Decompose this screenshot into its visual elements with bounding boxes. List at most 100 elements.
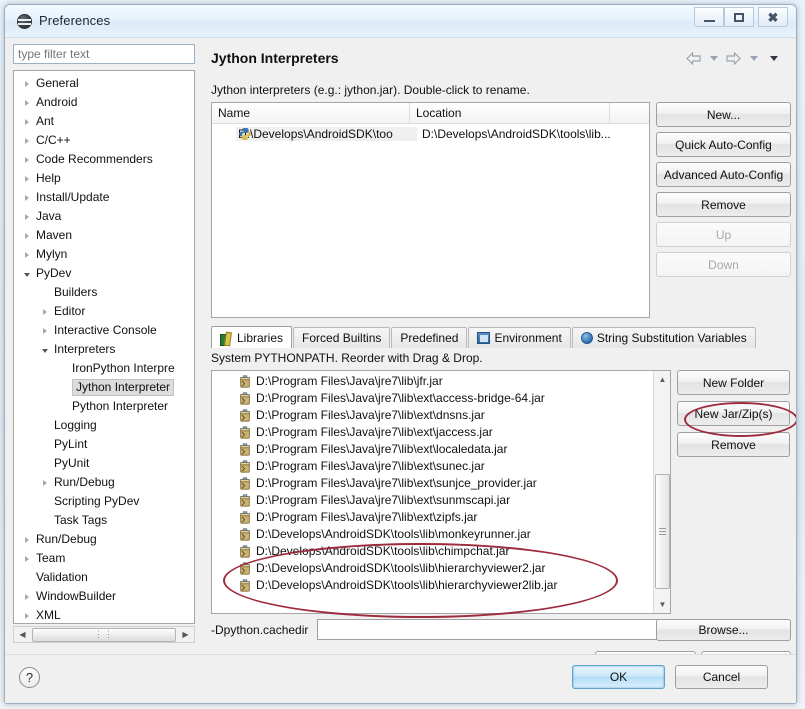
list-item[interactable]: D:\Program Files\Java\jre7\lib\jfr.jar xyxy=(212,373,652,390)
new-folder-button[interactable]: New Folder xyxy=(677,370,790,395)
sidebar-item-jython-interpreter[interactable]: Jython Interpreter xyxy=(14,378,194,397)
chevron-right-icon[interactable] xyxy=(22,93,32,112)
scroll-right-icon[interactable]: ▶ xyxy=(177,627,194,642)
quick-auto-config-button[interactable]: Quick Auto-Config xyxy=(656,132,791,157)
sidebar-item-android[interactable]: Android xyxy=(14,93,194,112)
list-item[interactable]: D:\Program Files\Java\jre7\lib\ext\sunms… xyxy=(212,492,652,509)
remove-button[interactable]: Remove xyxy=(656,192,791,217)
pythonpath-list[interactable]: D:\Program Files\Java\jre7\lib\jfr.jar D:… xyxy=(211,370,671,614)
list-item[interactable]: D:\Program Files\Java\jre7\lib\ext\jacce… xyxy=(212,424,652,441)
column-header-location[interactable]: Location xyxy=(410,103,610,124)
close-button[interactable]: ✖ xyxy=(758,7,788,27)
chevron-right-icon[interactable] xyxy=(40,473,50,492)
sidebar-item-c-c[interactable]: C/C++ xyxy=(14,131,194,150)
list-item[interactable]: D:\Program Files\Java\jre7\lib\ext\acces… xyxy=(212,390,652,407)
chevron-right-icon[interactable] xyxy=(22,207,32,226)
sidebar-item-run-debug[interactable]: Run/Debug xyxy=(14,530,194,549)
sidebar-item-xml[interactable]: XML xyxy=(14,606,194,623)
sidebar-item-scripting-pydev[interactable]: Scripting PyDev xyxy=(14,492,194,511)
sidebar-item-install-update[interactable]: Install/Update xyxy=(14,188,194,207)
tab-environment[interactable]: Environment xyxy=(468,327,571,348)
sidebar-item-run-debug[interactable]: Run/Debug xyxy=(14,473,194,492)
tab-forced-builtins[interactable]: Forced Builtins xyxy=(293,327,391,348)
chevron-down-icon[interactable] xyxy=(40,340,50,359)
sidebar-item-code-recommenders[interactable]: Code Recommenders xyxy=(14,150,194,169)
chevron-right-icon[interactable] xyxy=(22,530,32,549)
sidebar-item-mylyn[interactable]: Mylyn xyxy=(14,245,194,264)
chevron-right-icon[interactable] xyxy=(22,549,32,568)
sidebar-item-python-interpreter[interactable]: Python Interpreter xyxy=(14,397,194,416)
list-item[interactable]: D:\Program Files\Java\jre7\lib\ext\sunjc… xyxy=(212,475,652,492)
remove-button[interactable]: Remove xyxy=(677,432,790,457)
sidebar-item-pylint[interactable]: PyLint xyxy=(14,435,194,454)
sidebar-item-validation[interactable]: Validation xyxy=(14,568,194,587)
chevron-right-icon[interactable] xyxy=(22,226,32,245)
sidebar-item-interpreters[interactable]: Interpreters xyxy=(14,340,194,359)
back-arrow-icon[interactable] xyxy=(685,50,702,66)
chevron-right-icon[interactable] xyxy=(40,321,50,340)
back-dropdown-icon[interactable] xyxy=(705,50,722,66)
sidebar-item-interactive-console[interactable]: Interactive Console xyxy=(14,321,194,340)
sidebar-item-editor[interactable]: Editor xyxy=(14,302,194,321)
tree-horizontal-scrollbar[interactable]: ◀ ⋮⋮ ▶ xyxy=(13,626,195,643)
sidebar-item-team[interactable]: Team xyxy=(14,549,194,568)
chevron-down-icon[interactable] xyxy=(22,264,32,283)
chevron-right-icon[interactable] xyxy=(22,188,32,207)
help-icon[interactable]: ? xyxy=(19,667,40,688)
column-header-name[interactable]: Name xyxy=(212,103,410,124)
browse-button[interactable]: Browse... xyxy=(656,619,791,641)
sidebar-item-ant[interactable]: Ant xyxy=(14,112,194,131)
libraries-vertical-scrollbar[interactable]: ▲ ▼ xyxy=(653,371,670,613)
advanced-auto-config-button[interactable]: Advanced Auto-Config xyxy=(656,162,791,187)
forward-arrow-icon[interactable] xyxy=(725,50,742,66)
sidebar-item-general[interactable]: General xyxy=(14,74,194,93)
list-item[interactable]: D:\Develops\AndroidSDK\tools\lib\hierarc… xyxy=(212,560,652,577)
sidebar-item-ironpython-interpre[interactable]: IronPython Interpre xyxy=(14,359,194,378)
scroll-left-icon[interactable]: ◀ xyxy=(14,627,31,642)
sidebar-item-pyunit[interactable]: PyUnit xyxy=(14,454,194,473)
chevron-right-icon[interactable] xyxy=(22,169,32,188)
list-item[interactable]: D:\Develops\AndroidSDK\tools\lib\chimpch… xyxy=(212,543,652,560)
filter-input[interactable] xyxy=(13,44,195,64)
tab-libraries[interactable]: Libraries xyxy=(211,326,293,348)
maximize-button[interactable] xyxy=(724,7,754,27)
new-jar-zip-s-button[interactable]: New Jar/Zip(s) xyxy=(677,401,790,426)
cancel-button[interactable]: Cancel xyxy=(675,665,768,689)
sidebar-item-logging[interactable]: Logging xyxy=(14,416,194,435)
cachedir-input[interactable] xyxy=(317,619,661,640)
table-row[interactable]: D:\Develops\AndroidSDK\too D:\Develops\A… xyxy=(212,124,649,144)
tab-predefined[interactable]: Predefined xyxy=(391,327,468,348)
ok-button[interactable]: OK xyxy=(572,665,665,689)
scroll-up-icon[interactable]: ▲ xyxy=(654,371,670,388)
tree-scroll-thumb[interactable]: ⋮⋮ xyxy=(32,627,176,642)
sidebar-item-java[interactable]: Java xyxy=(14,207,194,226)
chevron-right-icon[interactable] xyxy=(22,245,32,264)
preferences-tree[interactable]: General Android Ant C/C++ Code Recommenders H… xyxy=(13,70,195,624)
chevron-right-icon[interactable] xyxy=(22,150,32,169)
chevron-right-icon[interactable] xyxy=(22,74,32,93)
list-item[interactable]: D:\Program Files\Java\jre7\lib\ext\zipfs… xyxy=(212,509,652,526)
scroll-down-icon[interactable]: ▼ xyxy=(654,596,670,613)
forward-dropdown-icon[interactable] xyxy=(745,50,762,66)
sidebar-item-builders[interactable]: Builders xyxy=(14,283,194,302)
sidebar-item-pydev[interactable]: PyDev xyxy=(14,264,194,283)
minimize-button[interactable] xyxy=(694,7,724,27)
list-item[interactable]: D:\Program Files\Java\jre7\lib\ext\dnsns… xyxy=(212,407,652,424)
tab-string-substitution-variables[interactable]: String Substitution Variables xyxy=(571,327,756,348)
chevron-right-icon[interactable] xyxy=(40,302,50,321)
interpreters-table[interactable]: Name Location D:\Develops\AndroidSDK\too… xyxy=(211,102,650,318)
sidebar-item-maven[interactable]: Maven xyxy=(14,226,194,245)
chevron-right-icon[interactable] xyxy=(22,112,32,131)
list-item[interactable]: D:\Develops\AndroidSDK\tools\lib\hierarc… xyxy=(212,577,652,594)
sidebar-item-help[interactable]: Help xyxy=(14,169,194,188)
chevron-right-icon[interactable] xyxy=(22,587,32,606)
new-button[interactable]: New... xyxy=(656,102,791,127)
sidebar-item-windowbuilder[interactable]: WindowBuilder xyxy=(14,587,194,606)
chevron-right-icon[interactable] xyxy=(22,131,32,150)
libraries-scroll-thumb[interactable] xyxy=(655,474,670,589)
sidebar-item-task-tags[interactable]: Task Tags xyxy=(14,511,194,530)
list-item[interactable]: D:\Program Files\Java\jre7\lib\ext\local… xyxy=(212,441,652,458)
list-item[interactable]: D:\Develops\AndroidSDK\tools\lib\monkeyr… xyxy=(212,526,652,543)
chevron-right-icon[interactable] xyxy=(22,606,32,623)
view-menu-icon[interactable] xyxy=(765,50,782,66)
